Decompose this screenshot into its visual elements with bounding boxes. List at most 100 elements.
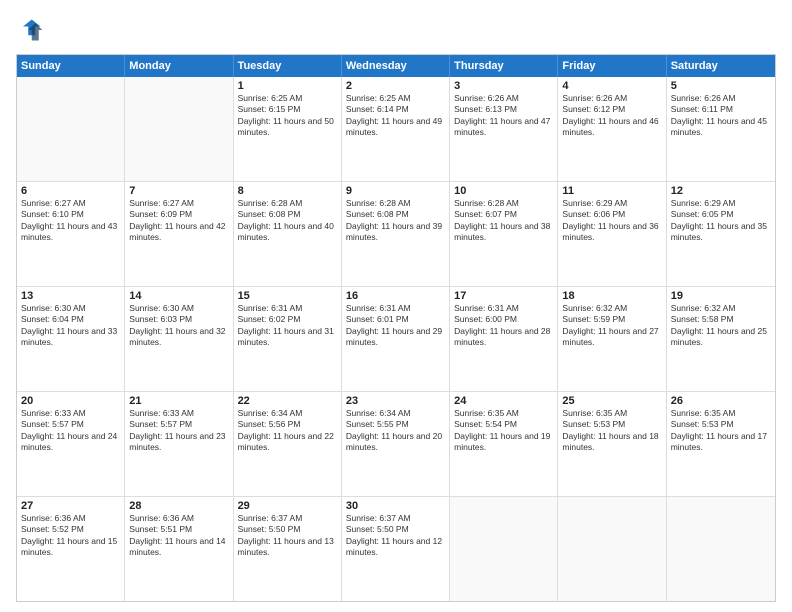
cell-info: Sunrise: 6:33 AM Sunset: 5:57 PM Dayligh… (129, 408, 228, 454)
page: SundayMondayTuesdayWednesdayThursdayFrid… (0, 0, 792, 612)
day-number: 28 (129, 500, 228, 512)
cell-info: Sunrise: 6:31 AM Sunset: 6:00 PM Dayligh… (454, 303, 553, 349)
calendar-row-2: 6Sunrise: 6:27 AM Sunset: 6:10 PM Daylig… (17, 181, 775, 286)
calendar-cell: 4Sunrise: 6:26 AM Sunset: 6:12 PM Daylig… (558, 77, 666, 181)
cell-info: Sunrise: 6:36 AM Sunset: 5:52 PM Dayligh… (21, 513, 120, 559)
cell-info: Sunrise: 6:28 AM Sunset: 6:08 PM Dayligh… (238, 198, 337, 244)
cell-info: Sunrise: 6:32 AM Sunset: 5:58 PM Dayligh… (671, 303, 771, 349)
header-day-friday: Friday (558, 55, 666, 77)
calendar-cell: 23Sunrise: 6:34 AM Sunset: 5:55 PM Dayli… (342, 392, 450, 496)
day-number: 14 (129, 290, 228, 302)
day-number: 24 (454, 395, 553, 407)
day-number: 12 (671, 185, 771, 197)
calendar-row-5: 27Sunrise: 6:36 AM Sunset: 5:52 PM Dayli… (17, 496, 775, 601)
cell-info: Sunrise: 6:26 AM Sunset: 6:12 PM Dayligh… (562, 93, 661, 139)
day-number: 18 (562, 290, 661, 302)
header-day-sunday: Sunday (17, 55, 125, 77)
day-number: 9 (346, 185, 445, 197)
calendar-row-1: 1Sunrise: 6:25 AM Sunset: 6:15 PM Daylig… (17, 77, 775, 181)
cell-info: Sunrise: 6:29 AM Sunset: 6:05 PM Dayligh… (671, 198, 771, 244)
header-day-saturday: Saturday (667, 55, 775, 77)
day-number: 4 (562, 80, 661, 92)
cell-info: Sunrise: 6:37 AM Sunset: 5:50 PM Dayligh… (238, 513, 337, 559)
calendar-cell: 2Sunrise: 6:25 AM Sunset: 6:14 PM Daylig… (342, 77, 450, 181)
calendar: SundayMondayTuesdayWednesdayThursdayFrid… (16, 54, 776, 602)
day-number: 8 (238, 185, 337, 197)
calendar-cell: 30Sunrise: 6:37 AM Sunset: 5:50 PM Dayli… (342, 497, 450, 601)
calendar-header: SundayMondayTuesdayWednesdayThursdayFrid… (17, 55, 775, 77)
cell-info: Sunrise: 6:26 AM Sunset: 6:11 PM Dayligh… (671, 93, 771, 139)
day-number: 27 (21, 500, 120, 512)
cell-info: Sunrise: 6:27 AM Sunset: 6:09 PM Dayligh… (129, 198, 228, 244)
day-number: 23 (346, 395, 445, 407)
header-day-thursday: Thursday (450, 55, 558, 77)
logo (16, 16, 48, 44)
header-day-tuesday: Tuesday (234, 55, 342, 77)
calendar-cell: 8Sunrise: 6:28 AM Sunset: 6:08 PM Daylig… (234, 182, 342, 286)
cell-info: Sunrise: 6:31 AM Sunset: 6:01 PM Dayligh… (346, 303, 445, 349)
cell-info: Sunrise: 6:28 AM Sunset: 6:08 PM Dayligh… (346, 198, 445, 244)
calendar-cell (125, 77, 233, 181)
calendar-cell (558, 497, 666, 601)
day-number: 21 (129, 395, 228, 407)
day-number: 15 (238, 290, 337, 302)
calendar-cell: 6Sunrise: 6:27 AM Sunset: 6:10 PM Daylig… (17, 182, 125, 286)
calendar-body: 1Sunrise: 6:25 AM Sunset: 6:15 PM Daylig… (17, 77, 775, 601)
calendar-cell: 9Sunrise: 6:28 AM Sunset: 6:08 PM Daylig… (342, 182, 450, 286)
cell-info: Sunrise: 6:36 AM Sunset: 5:51 PM Dayligh… (129, 513, 228, 559)
calendar-cell: 29Sunrise: 6:37 AM Sunset: 5:50 PM Dayli… (234, 497, 342, 601)
cell-info: Sunrise: 6:29 AM Sunset: 6:06 PM Dayligh… (562, 198, 661, 244)
day-number: 30 (346, 500, 445, 512)
day-number: 20 (21, 395, 120, 407)
cell-info: Sunrise: 6:32 AM Sunset: 5:59 PM Dayligh… (562, 303, 661, 349)
cell-info: Sunrise: 6:37 AM Sunset: 5:50 PM Dayligh… (346, 513, 445, 559)
calendar-cell: 7Sunrise: 6:27 AM Sunset: 6:09 PM Daylig… (125, 182, 233, 286)
cell-info: Sunrise: 6:28 AM Sunset: 6:07 PM Dayligh… (454, 198, 553, 244)
cell-info: Sunrise: 6:30 AM Sunset: 6:04 PM Dayligh… (21, 303, 120, 349)
calendar-cell: 14Sunrise: 6:30 AM Sunset: 6:03 PM Dayli… (125, 287, 233, 391)
day-number: 6 (21, 185, 120, 197)
cell-info: Sunrise: 6:25 AM Sunset: 6:14 PM Dayligh… (346, 93, 445, 139)
day-number: 10 (454, 185, 553, 197)
calendar-cell (450, 497, 558, 601)
calendar-cell: 3Sunrise: 6:26 AM Sunset: 6:13 PM Daylig… (450, 77, 558, 181)
cell-info: Sunrise: 6:35 AM Sunset: 5:53 PM Dayligh… (671, 408, 771, 454)
calendar-cell: 22Sunrise: 6:34 AM Sunset: 5:56 PM Dayli… (234, 392, 342, 496)
header-day-wednesday: Wednesday (342, 55, 450, 77)
day-number: 3 (454, 80, 553, 92)
calendar-cell: 18Sunrise: 6:32 AM Sunset: 5:59 PM Dayli… (558, 287, 666, 391)
day-number: 19 (671, 290, 771, 302)
calendar-cell: 10Sunrise: 6:28 AM Sunset: 6:07 PM Dayli… (450, 182, 558, 286)
calendar-row-4: 20 Sunrise: 6:33 AM Sunset: 5:57 PM Dayli… (17, 391, 775, 496)
day-number: 2 (346, 80, 445, 92)
day-number: 7 (129, 185, 228, 197)
cell-info: Sunrise: 6:34 AM Sunset: 5:56 PM Dayligh… (238, 408, 337, 454)
calendar-cell: 15Sunrise: 6:31 AM Sunset: 6:02 PM Dayli… (234, 287, 342, 391)
calendar-cell: 17Sunrise: 6:31 AM Sunset: 6:00 PM Dayli… (450, 287, 558, 391)
calendar-cell: 16Sunrise: 6:31 AM Sunset: 6:01 PM Dayli… (342, 287, 450, 391)
calendar-cell: 28Sunrise: 6:36 AM Sunset: 5:51 PM Dayli… (125, 497, 233, 601)
calendar-cell: 25Sunrise: 6:35 AM Sunset: 5:53 PM Dayli… (558, 392, 666, 496)
calendar-cell: 20Sunrise: 6:33 AM Sunset: 5:57 PM Dayli… (17, 392, 125, 496)
calendar-row-3: 13Sunrise: 6:30 AM Sunset: 6:04 PM Dayli… (17, 286, 775, 391)
day-number: 25 (562, 395, 661, 407)
calendar-cell: 21Sunrise: 6:33 AM Sunset: 5:57 PM Dayli… (125, 392, 233, 496)
header-day-monday: Monday (125, 55, 233, 77)
cell-info: Sunrise: 6:30 AM Sunset: 6:03 PM Dayligh… (129, 303, 228, 349)
day-number: 5 (671, 80, 771, 92)
day-number: 17 (454, 290, 553, 302)
calendar-cell: 11Sunrise: 6:29 AM Sunset: 6:06 PM Dayli… (558, 182, 666, 286)
cell-info: Sunrise: 6:31 AM Sunset: 6:02 PM Dayligh… (238, 303, 337, 349)
calendar-cell: 13Sunrise: 6:30 AM Sunset: 6:04 PM Dayli… (17, 287, 125, 391)
cell-info: Sunrise: 6:26 AM Sunset: 6:13 PM Dayligh… (454, 93, 553, 139)
cell-info: Sunrise: 6:27 AM Sunset: 6:10 PM Dayligh… (21, 198, 120, 244)
cell-info: Sunrise: 6:35 AM Sunset: 5:54 PM Dayligh… (454, 408, 553, 454)
calendar-cell: 27Sunrise: 6:36 AM Sunset: 5:52 PM Dayli… (17, 497, 125, 601)
cell-info: Sunrise: 6:25 AM Sunset: 6:15 PM Dayligh… (238, 93, 337, 139)
header (16, 16, 776, 44)
day-number: 26 (671, 395, 771, 407)
day-number: 29 (238, 500, 337, 512)
day-number: 1 (238, 80, 337, 92)
calendar-cell: 1Sunrise: 6:25 AM Sunset: 6:15 PM Daylig… (234, 77, 342, 181)
calendar-cell: 24Sunrise: 6:35 AM Sunset: 5:54 PM Dayli… (450, 392, 558, 496)
